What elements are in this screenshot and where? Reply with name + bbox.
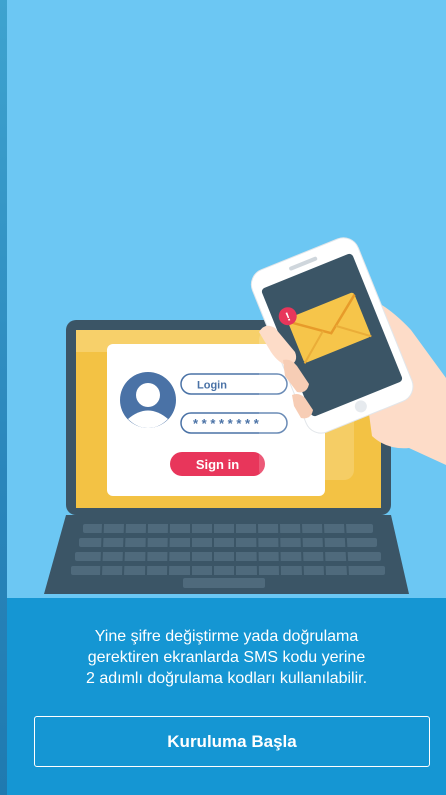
password-mask: * * * * * * * * xyxy=(193,416,260,431)
message-line: 2 adımlı doğrulama kodları kullanılabili… xyxy=(85,670,368,687)
avatar-icon xyxy=(120,372,176,428)
login-field-label: Login xyxy=(197,380,227,392)
signin-label: Sign in xyxy=(196,457,239,472)
message-line: gerektiren ekranlarda SMS kodu yerine xyxy=(87,649,366,666)
onboarding-panel: Yine şifre değiştirme yada doğrulama ger… xyxy=(7,598,446,795)
message-line: Yine şifre değiştirme yada doğrulama xyxy=(94,628,359,645)
start-setup-button[interactable]: Kuruluma Başla xyxy=(34,716,430,767)
phone-in-hand-illustration: ! xyxy=(250,237,446,480)
hero-illustration: Login * * * * * * * * Sign in ! xyxy=(7,0,446,600)
onboarding-message: Yine şifre değiştirme yada doğrulama ger… xyxy=(7,626,446,689)
left-edge-strip xyxy=(0,0,7,795)
